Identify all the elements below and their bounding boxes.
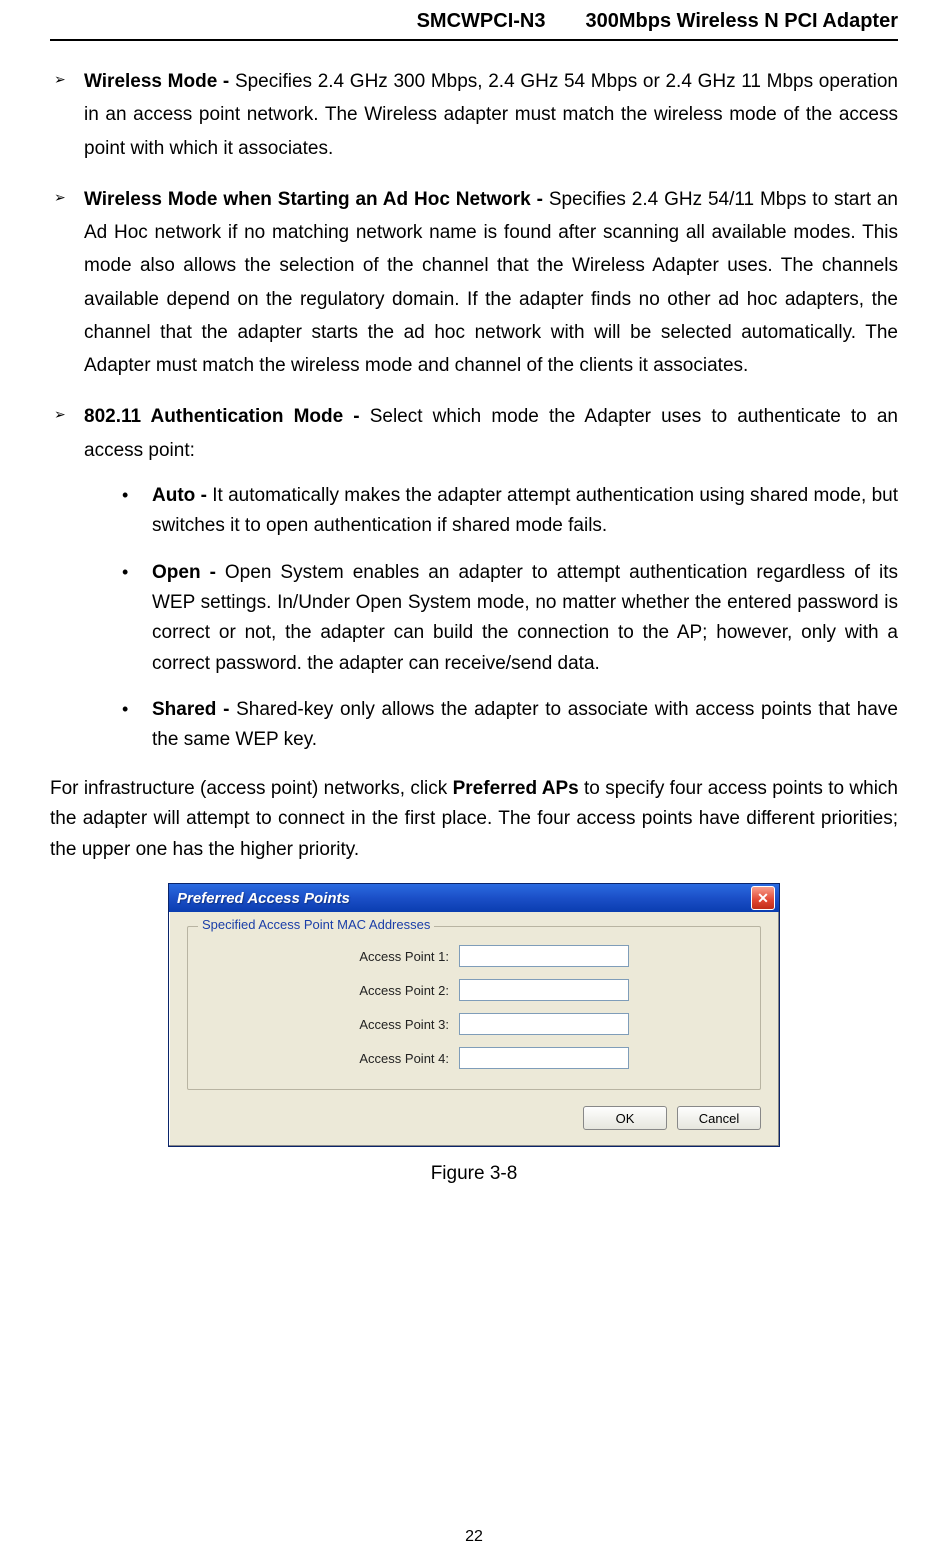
feature-label: Wireless Mode when Starting an Ad Hoc Ne…: [84, 189, 549, 210]
sub-label: Auto -: [152, 485, 212, 506]
ap2-input[interactable]: [459, 979, 629, 1001]
header-rule: [50, 39, 898, 41]
sub-text: Open System enables an adapter to attemp…: [152, 562, 898, 674]
field-row: Access Point 4:: [206, 1047, 742, 1069]
feature-label: 802.11 Authentication Mode -: [84, 406, 370, 427]
list-item: Wireless Mode when Starting an Ad Hoc Ne…: [50, 183, 898, 383]
list-item: 802.11 Authentication Mode - Select whic…: [50, 400, 898, 756]
page-number: 22: [0, 1528, 948, 1546]
field-row: Access Point 2:: [206, 979, 742, 1001]
mac-addresses-groupbox: Specified Access Point MAC Addresses Acc…: [187, 926, 761, 1090]
ok-button[interactable]: OK: [583, 1106, 667, 1130]
dialog-title: Preferred Access Points: [177, 890, 350, 907]
auth-mode-sublist: Auto - It automatically makes the adapte…: [84, 481, 898, 756]
preferred-aps-paragraph: For infrastructure (access point) networ…: [50, 774, 898, 865]
para-pre: For infrastructure (access point) networ…: [50, 778, 453, 799]
ap4-label: Access Point 4:: [319, 1051, 449, 1066]
sub-text: Shared-key only allows the adapter to as…: [152, 699, 898, 750]
sub-label: Open -: [152, 562, 225, 583]
para-bold: Preferred APs: [453, 778, 579, 799]
ap1-label: Access Point 1:: [319, 949, 449, 964]
ap3-input[interactable]: [459, 1013, 629, 1035]
dialog-titlebar: Preferred Access Points ✕: [169, 884, 779, 912]
ap3-label: Access Point 3:: [319, 1017, 449, 1032]
field-row: Access Point 3:: [206, 1013, 742, 1035]
list-item: Open - Open System enables an adapter to…: [118, 558, 898, 680]
feature-label: Wireless Mode -: [84, 71, 235, 92]
list-item: Wireless Mode - Specifies 2.4 GHz 300 Mb…: [50, 65, 898, 165]
field-row: Access Point 1:: [206, 945, 742, 967]
groupbox-legend: Specified Access Point MAC Addresses: [198, 917, 434, 932]
page-header: SMCWPCI-N3 300Mbps Wireless N PCI Adapte…: [50, 10, 898, 37]
ap1-input[interactable]: [459, 945, 629, 967]
dialog-button-row: OK Cancel: [187, 1106, 761, 1130]
close-button[interactable]: ✕: [751, 886, 775, 910]
preferred-access-points-dialog: Preferred Access Points ✕ Specified Acce…: [168, 883, 780, 1147]
figure-caption: Figure 3-8: [50, 1163, 898, 1185]
close-icon: ✕: [757, 891, 769, 905]
model-code: SMCWPCI-N3: [417, 10, 546, 33]
ap4-input[interactable]: [459, 1047, 629, 1069]
cancel-button[interactable]: Cancel: [677, 1106, 761, 1130]
feature-text: Specifies 2.4 GHz 54/11 Mbps to start an…: [84, 189, 898, 376]
sub-label: Shared -: [152, 699, 236, 720]
dialog-body: Specified Access Point MAC Addresses Acc…: [169, 912, 779, 1146]
list-item: Shared - Shared-key only allows the adap…: [118, 695, 898, 756]
list-item: Auto - It automatically makes the adapte…: [118, 481, 898, 542]
product-name: 300Mbps Wireless N PCI Adapter: [585, 10, 898, 33]
ap2-label: Access Point 2:: [319, 983, 449, 998]
sub-text: It automatically makes the adapter attem…: [152, 485, 898, 536]
feature-list: Wireless Mode - Specifies 2.4 GHz 300 Mb…: [50, 65, 898, 756]
